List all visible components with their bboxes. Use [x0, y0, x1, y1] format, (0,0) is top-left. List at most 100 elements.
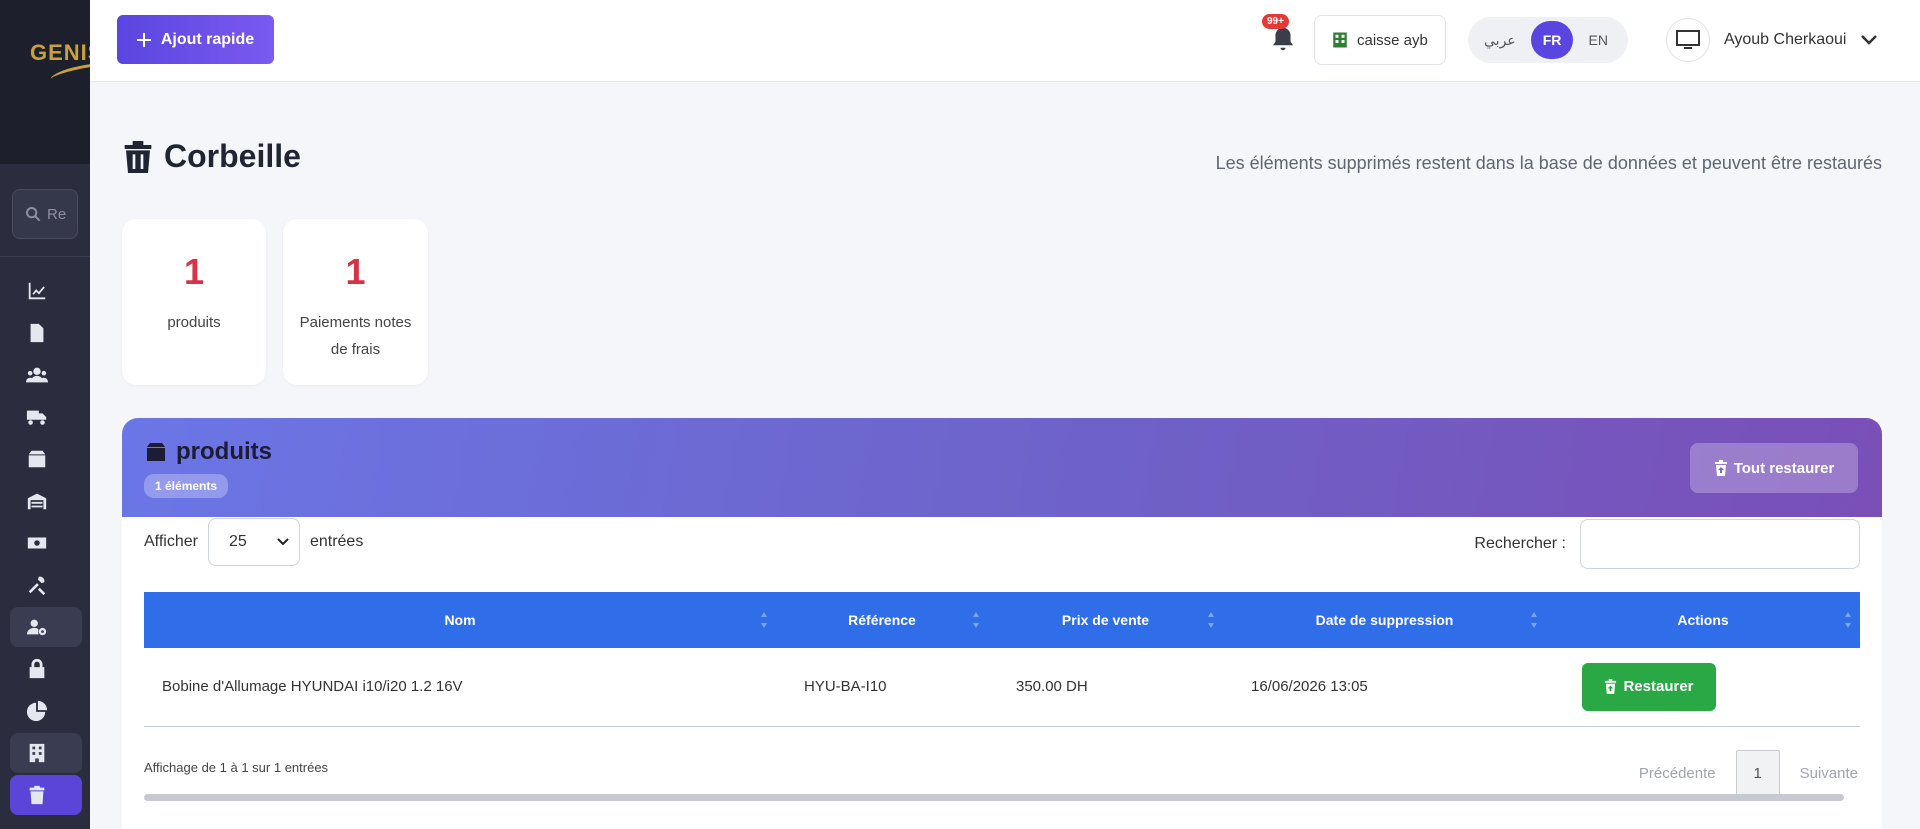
sidebar-item-tools[interactable]: [0, 564, 90, 606]
pie-chart-icon: [26, 700, 48, 722]
sort-icon: [1208, 612, 1214, 628]
panel-title: produits: [144, 438, 272, 466]
monitor-icon: [1676, 30, 1700, 49]
money-icon: [27, 537, 47, 549]
products-panel: produits 1 éléments Tout restaurer Affic…: [122, 418, 1882, 829]
chevron-down-icon: [277, 538, 289, 546]
column-header-deletion-date[interactable]: Date de suppression: [1223, 592, 1546, 648]
page-title: Corbeille: [122, 138, 301, 175]
table-info: Affichage de 1 à 1 sur 1 entrées: [144, 760, 329, 775]
stat-card-expense-payments[interactable]: 1 Paiements notes de frais: [283, 219, 428, 385]
store-select[interactable]: caisse ayb: [1314, 15, 1446, 65]
lang-ar[interactable]: عربي: [1484, 32, 1516, 49]
page-title-text: Corbeille: [164, 138, 301, 174]
column-header-reference[interactable]: Référence: [776, 592, 988, 648]
stat-label: Paiements notes de frais: [299, 314, 412, 358]
avatar: [1666, 18, 1710, 62]
restore-all-button[interactable]: Tout restaurer: [1690, 443, 1858, 493]
table-search: Rechercher :: [1474, 519, 1860, 569]
pagination: Précédente 1 Suivante: [1639, 750, 1858, 796]
table-search-input[interactable]: [1580, 519, 1860, 569]
sidebar-item-trash[interactable]: [0, 774, 90, 816]
stat-count: 1: [345, 251, 366, 292]
restore-all-label: Tout restaurer: [1733, 459, 1835, 477]
column-header-price[interactable]: Prix de vente: [988, 592, 1223, 648]
stat-count: 1: [183, 251, 205, 292]
table-header-row: Nom Référence Prix de vente Date de supp…: [144, 592, 1860, 648]
lang-fr[interactable]: FR: [1531, 21, 1574, 59]
page-subtitle: Les éléments supprimés restent dans la b…: [1215, 153, 1882, 173]
sidebar-search-placeholder: Re: [47, 205, 67, 223]
quick-add-label: Ajout rapide: [160, 30, 255, 48]
user-gear-icon: [26, 619, 47, 636]
lock-icon: [29, 658, 45, 679]
trash-icon: [29, 785, 45, 805]
quick-add-button[interactable]: Ajout rapide: [117, 15, 274, 64]
sidebar-nav: [0, 270, 90, 816]
sidebar-item-company[interactable]: [0, 732, 90, 774]
tools-icon: [28, 576, 46, 596]
sidebar-item-documents[interactable]: [0, 312, 90, 354]
cell-price: 350.00 DH: [1016, 678, 1088, 696]
cell-name: Bobine d'Allumage HYUNDAI i10/i20 1.2 16…: [162, 678, 463, 696]
chevron-down-icon: [1861, 35, 1878, 45]
file-icon: [30, 323, 44, 343]
user-name: Ayoub Cherkaoui: [1724, 31, 1847, 48]
chart-line-icon: [28, 282, 46, 300]
truck-icon: [26, 410, 47, 425]
logo[interactable]: GENIS: [30, 40, 90, 66]
box-icon: [28, 450, 46, 468]
cell-actions: Restaurer: [1546, 648, 1860, 726]
lang-en[interactable]: EN: [1589, 32, 1622, 48]
pagination-next[interactable]: Suivante: [1800, 765, 1858, 782]
building-icon: [1333, 32, 1347, 48]
panel-title-text: produits: [176, 438, 272, 465]
trash-restore-icon: [1714, 460, 1727, 476]
restore-label: Restaurer: [1623, 678, 1694, 696]
horizontal-scrollbar[interactable]: [144, 794, 1844, 801]
user-menu[interactable]: Ayoub Cherkaoui: [1666, 13, 1878, 67]
search-icon: [26, 207, 41, 222]
column-header-name[interactable]: Nom: [144, 592, 776, 648]
search-label: Rechercher :: [1474, 535, 1566, 552]
users-icon: [26, 367, 48, 383]
cell-deletion-date: 16/06/2026 13:05: [1251, 678, 1368, 696]
sidebar-item-users[interactable]: [0, 606, 90, 648]
stat-card-products[interactable]: 1 produits: [122, 219, 266, 385]
deleted-products-table: Nom Référence Prix de vente Date de supp…: [144, 592, 1860, 727]
sidebar-item-warehouse[interactable]: [0, 480, 90, 522]
notification-badge: 99+: [1262, 14, 1289, 29]
pagination-page-1[interactable]: 1: [1735, 750, 1780, 796]
page-length-value: 25: [228, 533, 247, 550]
trash-icon: [124, 140, 152, 173]
language-switcher: عربي FR EN: [1468, 17, 1628, 63]
entries-label: entrées: [309, 533, 364, 550]
restore-button[interactable]: Restaurer: [1582, 662, 1716, 711]
sidebar-item-reports[interactable]: [0, 690, 90, 732]
sidebar-divider: [0, 256, 90, 257]
sort-icon: [761, 612, 767, 628]
page-length-select[interactable]: 25: [207, 518, 300, 566]
sort-icon: [973, 612, 979, 628]
cell-reference: HYU-BA-I10: [804, 678, 887, 696]
column-header-actions[interactable]: Actions: [1546, 592, 1860, 648]
sidebar-item-clients[interactable]: [0, 354, 90, 396]
sidebar-item-delivery[interactable]: [0, 396, 90, 438]
sort-icon: [1845, 612, 1851, 628]
item-count-badge: 1 éléments: [144, 474, 229, 498]
store-name: caisse ayb: [1357, 31, 1428, 49]
sort-icon: [1531, 612, 1537, 628]
pagination-previous[interactable]: Précédente: [1639, 765, 1716, 782]
sidebar: GENIS Re: [0, 0, 90, 829]
stat-label: produits: [167, 314, 221, 331]
topbar: Ajout rapide 99+ caisse ayb عربي FR EN A…: [90, 0, 1920, 82]
sidebar-item-dashboard[interactable]: [0, 270, 90, 312]
page-length-control: Afficher 25 entrées: [144, 518, 363, 566]
building-icon: [29, 743, 45, 763]
sidebar-search-input[interactable]: Re: [12, 189, 78, 239]
sidebar-item-products[interactable]: [0, 438, 90, 480]
sidebar-item-security[interactable]: [0, 648, 90, 690]
sidebar-item-finance[interactable]: [0, 522, 90, 564]
plus-icon: [136, 32, 151, 47]
box-icon: [147, 443, 165, 461]
